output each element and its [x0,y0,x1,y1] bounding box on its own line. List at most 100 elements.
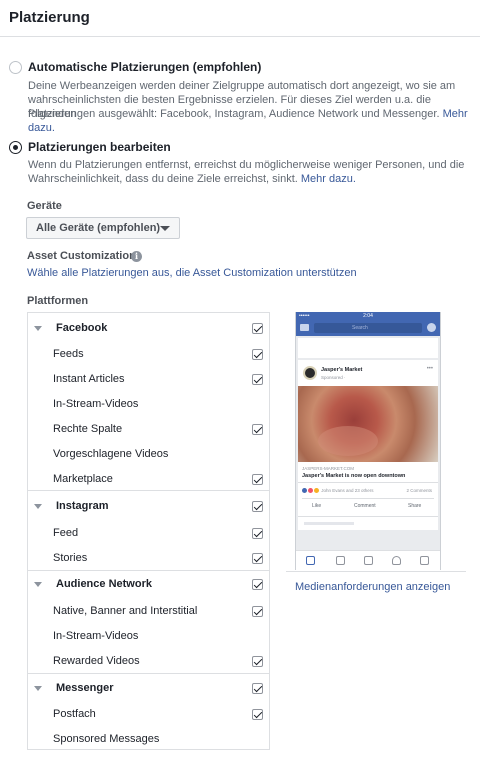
auto-placements-title[interactable]: Automatische Platzierungen (empfohlen) [28,60,261,74]
ad-image [298,386,438,462]
platforms-list: Facebook Feeds Instant Articles In-Strea… [27,312,270,750]
media-requirements-link[interactable]: Medienanforderungen anzeigen [295,581,450,593]
platform-row-instagram[interactable]: Instagram [28,493,269,518]
placement-label: In-Stream-Videos [53,398,139,410]
devices-dropdown-value: Alle Geräte (empfohlen) [36,222,161,234]
divider [302,498,434,499]
auto-placements-desc-4: dazu. [28,121,55,135]
checkbox[interactable] [252,501,263,512]
auto-placements-radio[interactable] [9,61,22,74]
edit-placements-title[interactable]: Platzierungen bearbeiten [28,140,171,154]
text-placeholder [304,522,354,525]
placement-row[interactable]: Vorgeschlagene Videos [28,441,269,466]
news-feed-tab-icon [306,556,315,565]
collapse-triangle-icon[interactable] [34,504,42,509]
platforms-label: Plattformen [27,295,89,307]
checkbox[interactable] [252,474,263,485]
info-icon[interactable]: i [131,251,142,262]
reactions-text: John Evans and 23 others [321,488,374,493]
edit-more-link[interactable]: Mehr dazu. [301,173,356,185]
platform-group-instagram: Instagram Feed Stories [28,490,269,570]
checkbox[interactable] [252,528,263,539]
page-avatar [303,366,317,380]
placement-label: Vorgeschlagene Videos [53,448,169,460]
placement-label: Instant Articles [53,373,125,385]
status-time: 2:04 [363,313,373,319]
checkbox[interactable] [252,553,263,564]
auto-placements-desc-3: Platzierungen ausgewählt: Facebook, Inst… [28,107,468,121]
platform-row-facebook[interactable]: Facebook [28,315,269,340]
phone-status-bar: •••••• 2:04 [296,312,440,320]
checkbox[interactable] [252,656,263,667]
menu-tab-icon [420,556,429,565]
divider [298,516,438,517]
checkbox[interactable] [252,709,263,720]
platform-name: Audience Network [56,578,152,590]
search-box: Search [314,323,422,333]
placement-row[interactable]: Feeds [28,341,269,366]
platform-row-audience-network[interactable]: Audience Network [28,571,269,596]
placement-label: In-Stream-Videos [53,630,139,642]
share-action: Share [408,503,422,509]
checkbox[interactable] [252,374,263,385]
collapse-triangle-icon[interactable] [34,326,42,331]
placement-row[interactable]: Rewarded Videos [28,648,269,673]
page-name: Jasper's Market [321,367,363,373]
devices-label: Geräte [27,200,62,212]
placement-label: Native, Banner and Interstitial [53,605,198,617]
platform-group-messenger: Messenger Postfach Sponsored Messages [28,673,269,749]
placement-row[interactable]: Instant Articles [28,366,269,391]
checkbox[interactable] [252,683,263,694]
more-options-icon: ••• [426,366,433,372]
facebook-top-bar: Search [296,320,440,336]
edit-placements-desc-2-text: Wahrscheinlichkeit, dass du deine Ziele … [28,173,298,185]
placement-row[interactable]: In-Stream-Videos [28,391,269,416]
ad-preview: •••••• 2:04 Search Jasper's Market Spons… [286,312,450,570]
asset-customization-link[interactable]: Wähle alle Platzierungen aus, die Asset … [27,266,357,280]
placement-row[interactable]: In-Stream-Videos [28,623,269,648]
checkbox[interactable] [252,323,263,334]
like-action: Like [312,503,322,509]
auto-more-link-a[interactable]: Mehr [443,108,468,120]
comments-count: 2 Comments [406,488,432,493]
ad-image-highlight [318,426,378,456]
edit-placements-radio[interactable] [9,141,22,154]
edit-placements-desc-2: Wahrscheinlichkeit, dass du deine Ziele … [28,172,356,186]
placement-label: Feeds [53,348,84,360]
placement-row[interactable]: Stories [28,545,269,570]
carrier-signal: •••••• [299,313,310,319]
collapse-triangle-icon[interactable] [34,582,42,587]
checkbox[interactable] [252,424,263,435]
platform-name: Facebook [56,322,108,334]
checkbox[interactable] [252,579,263,590]
auto-placements-desc-3-text: Platzierungen ausgewählt: Facebook, Inst… [28,108,440,120]
auto-placements-desc-1: Deine Werbeanzeigen werden deiner Zielgr… [28,80,456,92]
notifications-tab-icon [392,556,401,565]
placement-row[interactable]: Marketplace [28,466,269,491]
collapse-triangle-icon[interactable] [34,686,42,691]
auto-more-link-b[interactable]: dazu. [28,122,55,134]
sponsored-label: Sponsored · [321,375,346,380]
placement-row[interactable]: Sponsored Messages [28,726,269,751]
checkbox[interactable] [252,606,263,617]
placement-row[interactable]: Feed [28,520,269,545]
like-reaction-icon [302,488,307,494]
edit-placements-desc-1: Wenn du Platzierungen entfernst, erreich… [28,159,465,171]
ad-post: Jasper's Market Sponsored · ••• JASPERS-… [298,360,438,530]
feed-card-placeholder [298,338,438,358]
link-domain: JASPERS-MARKET.COM [302,466,355,471]
messenger-icon [427,323,436,332]
platform-group-audience-network: Audience Network Native, Banner and Inte… [28,570,269,673]
placement-row[interactable]: Rechte Spalte [28,416,269,441]
placement-label: Marketplace [53,473,113,485]
asset-customization-label: Asset Customization [27,250,136,262]
devices-dropdown[interactable]: Alle Geräte (empfohlen) [26,217,180,239]
checkbox[interactable] [252,349,263,360]
platform-row-messenger[interactable]: Messenger [28,675,269,700]
placement-row[interactable]: Native, Banner and Interstitial [28,598,269,623]
placement-row[interactable]: Postfach [28,701,269,726]
haha-reaction-icon [314,488,319,494]
platform-name: Messenger [56,682,114,694]
phone-mockup: •••••• 2:04 Search Jasper's Market Spons… [295,312,441,570]
video-tab-icon [336,556,345,565]
